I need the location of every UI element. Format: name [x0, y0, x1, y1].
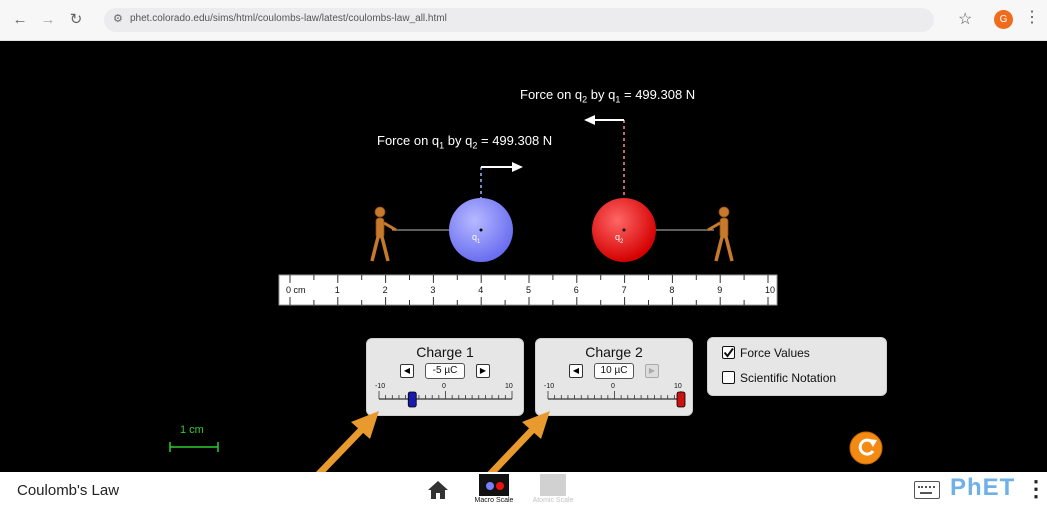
force-values-label[interactable]: Force Values: [740, 346, 810, 360]
url-text: phet.colorado.edu/sims/html/coulombs-law…: [130, 13, 447, 24]
charge1-value: -5 µC: [425, 363, 465, 379]
address-bar[interactable]: ⚙ phet.colorado.edu/sims/html/coulombs-l…: [104, 8, 934, 32]
macro-scale-screen-button[interactable]: Macro Scale: [472, 472, 516, 507]
puller-left-figure: [370, 206, 397, 262]
scale-bar: [169, 442, 219, 452]
simulation-canvas: q1 q2 Force on q2 by q1 = 499.308 N Forc…: [0, 41, 1047, 507]
forward-icon[interactable]: →: [38, 10, 58, 30]
charge2-decrement-button[interactable]: ◀: [569, 364, 583, 378]
profile-avatar[interactable]: G: [994, 10, 1013, 29]
keyboard-help-icon[interactable]: [914, 481, 940, 499]
phet-menu-icon[interactable]: ⋮: [1025, 476, 1047, 502]
ruler-label: 10: [765, 285, 776, 295]
charge2-slider-thumb[interactable]: [676, 391, 686, 408]
ruler-label: 0 cm: [286, 285, 306, 295]
scale-bar-label: 1 cm: [180, 424, 204, 436]
atomic-scale-screen-button[interactable]: Atomic Scale: [531, 472, 575, 507]
bookmark-star-icon[interactable]: ☆: [958, 9, 972, 29]
charge2-title: Charge 2: [585, 344, 643, 360]
ruler-label: 1: [334, 285, 340, 295]
charge1-title: Charge 1: [416, 344, 474, 360]
ruler-label: 6: [573, 285, 579, 295]
macro-scale-label: Macro Scale: [474, 497, 514, 504]
ruler-label: 9: [717, 285, 723, 295]
charge1-increment-button[interactable]: ▶: [476, 364, 490, 378]
charge1-panel: Charge 1 ◀ -5 µC ▶ -10 0 10: [366, 338, 524, 416]
back-icon[interactable]: ←: [10, 10, 30, 30]
ruler-label: 4: [478, 285, 484, 295]
browser-toolbar: ← → ↻ ⚙ phet.colorado.edu/sims/html/coul…: [0, 0, 1047, 41]
charge1-slider-thumb[interactable]: [407, 391, 417, 408]
ruler-label: 5: [526, 285, 532, 295]
charge2-increment-button[interactable]: ▶: [645, 364, 659, 378]
charge-q1-label: q1: [472, 232, 481, 245]
force-values-checkbox[interactable]: [722, 346, 735, 359]
charge1-decrement-button[interactable]: ◀: [400, 364, 414, 378]
sim-title: Coulomb's Law: [17, 482, 120, 499]
scientific-notation-label[interactable]: Scientific Notation: [740, 371, 836, 385]
atomic-scale-icon: [540, 474, 566, 496]
charge1-slider[interactable]: [367, 387, 523, 417]
charge2-value: 10 µC: [594, 363, 634, 379]
charge2-slider[interactable]: [536, 387, 692, 417]
puller-right-figure: [707, 206, 734, 262]
reload-icon[interactable]: ↻: [66, 10, 86, 30]
macro-scale-icon: [479, 474, 509, 496]
options-panel: Force Values Scientific Notation: [707, 337, 887, 396]
force-label-q1: Force on q1 by q2 = 499.308 N: [377, 133, 553, 151]
reset-all-button[interactable]: [849, 431, 883, 465]
home-icon[interactable]: [427, 480, 449, 500]
site-info-icon[interactable]: ⚙: [113, 12, 123, 25]
ruler-label: 2: [382, 285, 388, 295]
phet-logo[interactable]: PhET: [950, 474, 1015, 502]
charge-q2-label: q2: [615, 232, 624, 245]
ruler-label: 7: [621, 285, 627, 295]
charge2-panel: Charge 2 ◀ 10 µC ▶ -10 0 10: [535, 338, 693, 416]
scientific-notation-checkbox[interactable]: [722, 371, 735, 384]
ruler-label: 8: [669, 285, 675, 295]
ruler-label: 3: [430, 285, 436, 295]
navigation-bar: Coulomb's Law Macro Scale Atomic Scale P…: [0, 472, 1047, 507]
browser-menu-icon[interactable]: ⋮: [1024, 10, 1040, 26]
atomic-scale-label: Atomic Scale: [532, 497, 574, 504]
force-label-q2: Force on q2 by q1 = 499.308 N: [520, 87, 696, 105]
